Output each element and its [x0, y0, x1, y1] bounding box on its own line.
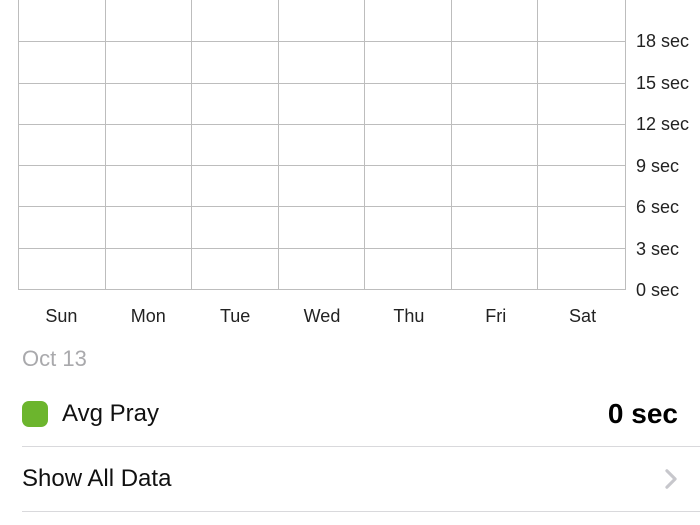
x-tick: Wed [279, 306, 366, 330]
stats-panel: 18 sec 15 sec 12 sec 9 sec 6 sec 3 sec 0… [0, 0, 700, 525]
x-tick: Tue [192, 306, 279, 330]
y-tick: 0 sec [636, 281, 679, 299]
y-tick: 18 sec [636, 32, 689, 50]
y-tick: 12 sec [636, 115, 689, 133]
y-tick: 6 sec [636, 198, 679, 216]
x-tick: Sun [18, 306, 105, 330]
chevron-right-icon [664, 468, 678, 490]
y-tick: 9 sec [636, 157, 679, 175]
x-tick: Thu [365, 306, 452, 330]
date-label: Oct 13 [0, 330, 700, 372]
divider [22, 511, 700, 512]
metric-row: Avg Pray 0 sec [0, 372, 700, 446]
chart-area: 18 sec 15 sec 12 sec 9 sec 6 sec 3 sec 0… [0, 0, 700, 300]
chart-grid [18, 0, 626, 290]
show-all-label: Show All Data [22, 465, 664, 493]
metric-label: Avg Pray [62, 400, 608, 428]
x-tick: Mon [105, 306, 192, 330]
x-tick: Fri [452, 306, 539, 330]
legend-swatch [22, 401, 48, 427]
x-tick: Sat [539, 306, 626, 330]
metric-value: 0 sec [608, 398, 678, 430]
y-tick: 15 sec [636, 74, 689, 92]
x-axis: Sun Mon Tue Wed Thu Fri Sat [0, 300, 700, 330]
show-all-data-button[interactable]: Show All Data [0, 447, 700, 511]
y-axis: 18 sec 15 sec 12 sec 9 sec 6 sec 3 sec 0… [626, 0, 700, 290]
y-tick: 3 sec [636, 240, 679, 258]
